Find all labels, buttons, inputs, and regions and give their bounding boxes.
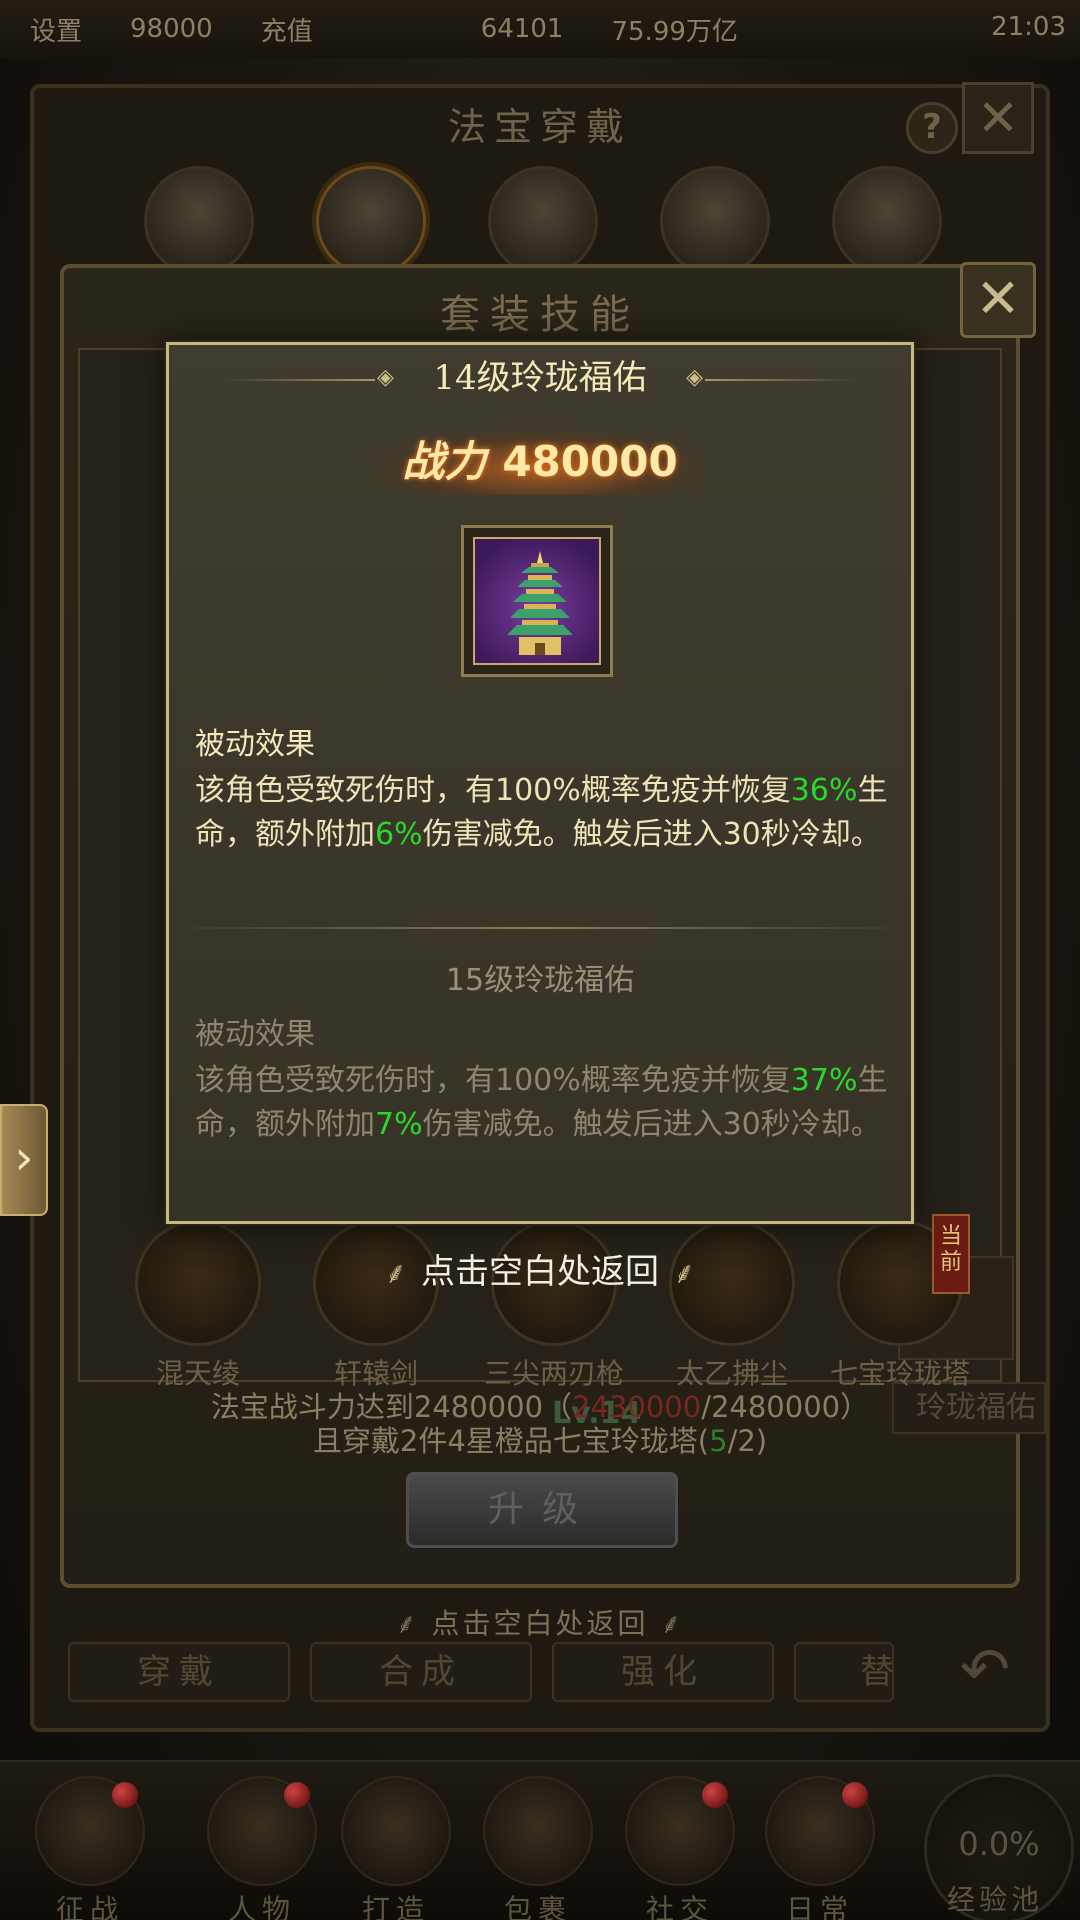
tab-enhance[interactable]: 强化	[552, 1642, 774, 1702]
effect-text: 该角色受致死伤时，有100%概率免疫并恢复37%生命，额外附加7%伤害减免。触发…	[195, 1063, 888, 1142]
chevron-right-icon: ›	[14, 1130, 34, 1186]
exp-pool-label: 经验池	[946, 1883, 1043, 1916]
reduction-percent: 6%	[375, 817, 423, 852]
panel-title: 法宝穿戴	[447, 105, 632, 149]
notification-dot	[284, 1782, 310, 1808]
hero-avatar-selected[interactable]	[316, 166, 426, 276]
nav-forge[interactable]: 打造	[334, 1776, 458, 1920]
pagoda-icon	[461, 525, 613, 677]
notification-dot	[112, 1782, 138, 1808]
settings-link[interactable]: 设置	[30, 11, 82, 48]
next-effect: 被动效果 该角色受致死伤时，有100%概率免疫并恢复37%生命，额外附加7%伤害…	[195, 1013, 891, 1147]
hero-avatar[interactable]	[660, 166, 770, 276]
help-button[interactable]: ?	[906, 102, 958, 154]
nav-campaign[interactable]: 征战	[28, 1776, 152, 1920]
set-skill-title: 套装技能	[440, 292, 640, 338]
recharge-link[interactable]: 充值	[261, 11, 313, 48]
currency-silver-value: 75.99万亿	[611, 16, 738, 47]
return-hint-background: ⸙ 点击空白处返回 ⸙	[395, 1607, 685, 1640]
ornament-icon: ◈	[377, 365, 394, 390]
close-button[interactable]: ✕	[962, 82, 1034, 154]
nav-bag[interactable]: 包裹	[476, 1776, 600, 1920]
tab-equip[interactable]: 穿戴	[68, 1642, 290, 1702]
divider	[169, 927, 911, 929]
close-button[interactable]: ✕	[960, 262, 1036, 338]
next-level-title: 15级玲珑福佑	[445, 963, 635, 998]
tooltip-title: 14级玲珑福佑	[433, 358, 647, 398]
requirement-line-2: 且穿戴2件4星橙品七宝玲珑塔(5/2)	[312, 1424, 768, 1458]
nav-daily[interactable]: 日常	[758, 1776, 882, 1920]
effect-text: 该角色受致死伤时，有100%概率免疫并恢复36%生命，额外附加6%伤害减免。触发…	[195, 773, 888, 852]
tab-replace[interactable]: 替	[794, 1642, 894, 1702]
hero-avatar-row	[144, 166, 942, 276]
panel-tabs: 穿戴 合成 强化 替	[68, 1642, 894, 1702]
return-hint[interactable]: ⸙ 点击空白处返回 ⸙	[0, 1244, 1080, 1293]
swirl-left-icon: ⸙	[384, 1256, 408, 1291]
reduction-percent: 7%	[375, 1107, 423, 1142]
tab-compose[interactable]: 合成	[310, 1642, 532, 1702]
swirl-icon: ⸙	[648, 1607, 685, 1640]
bottom-nav: 征战 人物 打造 包裹 社交 日常 0.0% 经验池	[0, 1760, 1080, 1920]
hero-avatar[interactable]	[832, 166, 942, 276]
swirl-right-icon: ⸙	[673, 1256, 696, 1291]
currency-gem-value: 64101	[480, 14, 564, 44]
combat-power-label: 战力	[402, 437, 487, 486]
combat-power-value: 480000	[502, 437, 678, 486]
hero-avatar[interactable]	[144, 166, 254, 276]
combat-power: 战力 480000	[169, 429, 911, 495]
notification-dot	[702, 1782, 728, 1808]
heal-percent: 37%	[790, 1063, 858, 1098]
side-expand-tab[interactable]: ›	[0, 1104, 48, 1216]
nav-character[interactable]: 人物	[200, 1776, 324, 1920]
upgrade-button[interactable]: 升级	[406, 1472, 678, 1548]
bag-icon	[483, 1776, 593, 1886]
heal-percent: 36%	[790, 773, 858, 808]
currency-gold-value: 98000	[130, 14, 213, 44]
swirl-icon: ⸙	[395, 1607, 432, 1640]
current-effect: 被动效果 该角色受致死伤时，有100%概率免疫并恢复36%生命，额外附加6%伤害…	[195, 723, 891, 857]
effect-caption: 被动效果	[195, 1017, 315, 1052]
effect-caption: 被动效果	[195, 727, 315, 762]
skill-tooltip: ◈ 14级玲珑福佑 ◈ 战力 480000 被动效果 该角色受致死伤时，有100…	[166, 342, 914, 1224]
nav-social[interactable]: 社交	[618, 1776, 742, 1920]
anvil-icon	[341, 1776, 451, 1886]
exp-pool-value: 0.0%	[958, 1825, 1040, 1863]
back-arrow-icon[interactable]: ↶	[930, 1630, 1040, 1710]
clock: 21:03	[991, 12, 1066, 42]
tooltip-header: ◈ 14级玲珑福佑 ◈	[169, 353, 911, 403]
notification-dot	[842, 1782, 868, 1808]
status-bar: 设置 98000 充值 64101 75.99万亿 21:03	[0, 0, 1080, 58]
hero-avatar[interactable]	[488, 166, 598, 276]
ornament-icon: ◈	[686, 365, 703, 390]
